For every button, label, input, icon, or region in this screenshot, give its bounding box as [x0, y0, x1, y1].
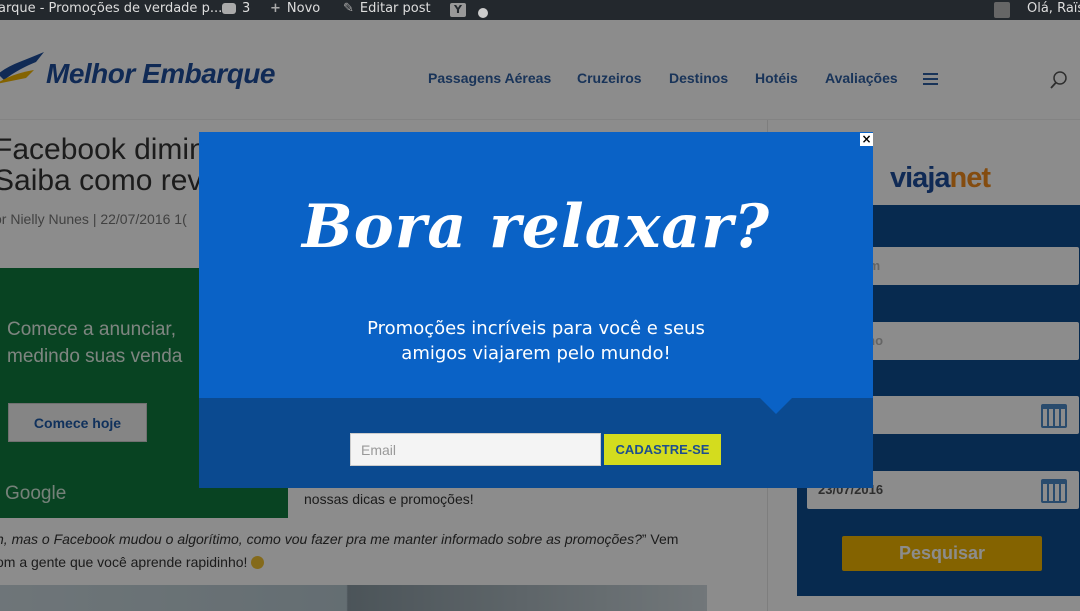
admin-bar-yoast[interactable]: Y — [450, 2, 466, 17]
status-dot-icon — [478, 7, 488, 18]
popup-notch — [759, 397, 793, 414]
plus-icon: + — [270, 1, 281, 16]
email-field[interactable] — [350, 433, 601, 466]
comment-icon — [222, 3, 236, 14]
pencil-icon: ✎ — [343, 1, 354, 16]
admin-bar-edit-post[interactable]: ✎ Editar post — [343, 1, 431, 16]
admin-bar-new[interactable]: + Novo — [270, 1, 320, 16]
newsletter-popup: Bora relaxar? Promoções incríveis para v… — [199, 132, 873, 488]
popup-title: Bora relaxar? — [302, 192, 770, 262]
yoast-icon: Y — [450, 2, 466, 17]
admin-bar-greeting[interactable]: Olá, Raïs — [1027, 1, 1080, 16]
admin-bar: arque - Promoções de verdade p... 3 + Nov… — [0, 0, 1080, 20]
admin-bar-comments[interactable]: 3 — [222, 1, 250, 16]
notification-icon — [994, 2, 1010, 18]
subscribe-button[interactable]: CADASTRE-SE — [604, 434, 721, 465]
admin-bar-status-dot[interactable] — [478, 5, 488, 20]
admin-bar-site-title[interactable]: arque - Promoções de verdade p... — [0, 1, 222, 16]
close-icon[interactable]: × — [860, 133, 873, 146]
popup-subtitle: Promoções incríveis para você e seus ami… — [367, 318, 705, 364]
admin-bar-notifications[interactable] — [994, 2, 1010, 18]
